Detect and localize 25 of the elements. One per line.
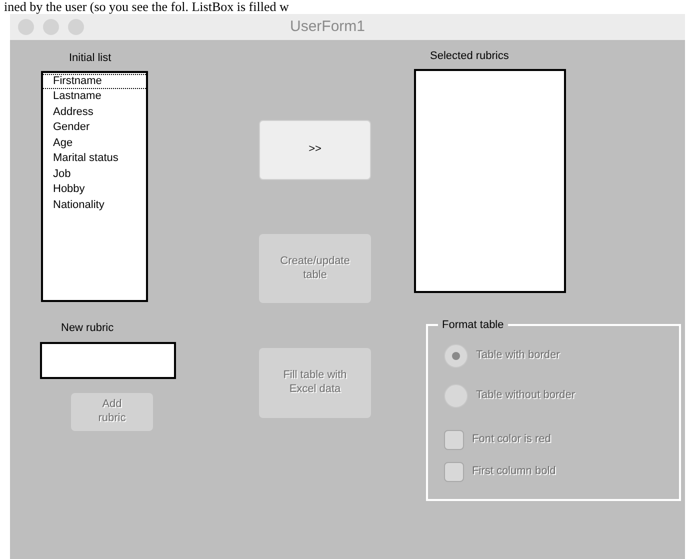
window-control-icon[interactable] [68,19,84,35]
list-item[interactable]: Address [43,104,146,120]
caption-text: ined by the user (so you see the fol. ListBox is filled w [3,0,290,14]
list-item[interactable]: Nationality [43,198,146,213]
window-control-icon[interactable] [43,19,59,35]
window-control-icon[interactable] [18,19,34,35]
list-label: Initial list [69,51,112,66]
list-label: Selected rubrics [430,49,509,64]
option-label: Table with border [476,348,560,364]
list-item[interactable]: Hobby [43,182,146,198]
list-item[interactable]: Age [43,136,146,151]
field-label: New rubric [61,320,114,336]
option-label: Font color is red [472,432,551,448]
option-label: Table without border [476,388,576,404]
window-title: UserForm1 [290,16,366,37]
list-item[interactable]: Marital status [43,151,146,166]
list-item[interactable]: Lastname [43,89,146,104]
form-button[interactable]: >> [259,120,371,180]
initial-listbox[interactable]: Firstname Lastname Address Gender Age Marital status Job Hobby Nationality [41,70,148,302]
list-item[interactable]: Gender [43,120,146,136]
selected-listbox[interactable] [414,68,566,292]
list-item[interactable]: Job [43,166,146,182]
option-label: First column bold [472,464,556,480]
list-item[interactable]: Firstname [43,74,146,89]
rubric-input-field[interactable] [40,342,176,379]
